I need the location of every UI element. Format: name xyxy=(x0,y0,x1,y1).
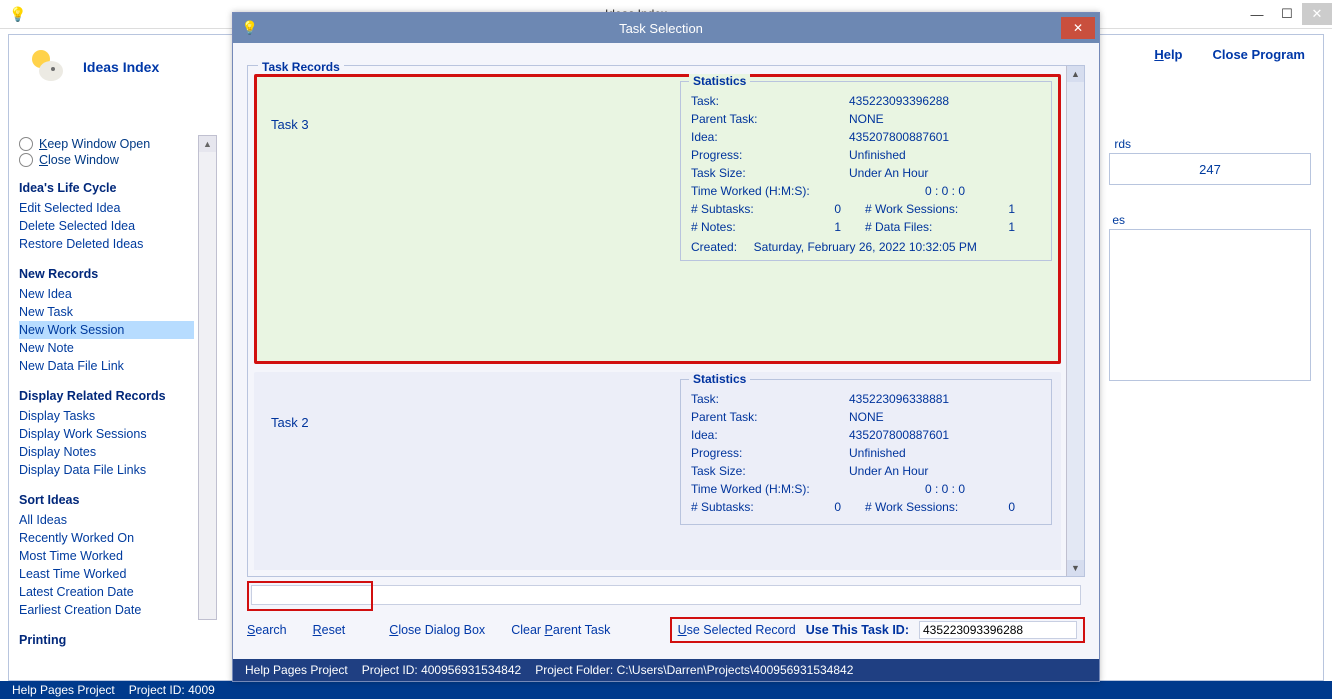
outer-status-bar: Help Pages Project Project ID: 4009 xyxy=(0,681,1332,699)
close-dialog-link[interactable]: Close Dialog Box xyxy=(389,623,485,637)
scroll-up-icon[interactable]: ▲ xyxy=(1067,66,1084,82)
dialog-titlebar[interactable]: 💡 Task Selection ✕ xyxy=(233,13,1099,43)
new-task[interactable]: New Task xyxy=(19,303,194,321)
use-selected-record-link[interactable]: Use Selected Record xyxy=(678,623,796,637)
statistics-label: Statistics xyxy=(689,372,750,386)
statistics-label: Statistics xyxy=(689,74,750,88)
display-work-sessions[interactable]: Display Work Sessions xyxy=(19,425,194,443)
close-program-link[interactable]: Close Program xyxy=(1213,47,1305,62)
display-notes[interactable]: Display Notes xyxy=(19,443,194,461)
app-icon: 💡 xyxy=(6,2,30,26)
help-link[interactable]: Help xyxy=(1154,47,1182,62)
restore-deleted-ideas[interactable]: Restore Deleted Ideas xyxy=(19,235,194,253)
statistics-box: Statistics Task:435223096338881 Parent T… xyxy=(680,379,1052,525)
search-link[interactable]: Search xyxy=(247,623,287,637)
right-panels: rds 247 es xyxy=(1109,137,1311,409)
edit-selected-idea[interactable]: Edit Selected Idea xyxy=(19,199,194,217)
right-box-2 xyxy=(1109,229,1311,381)
delete-selected-idea[interactable]: Delete Selected Idea xyxy=(19,217,194,235)
search-row xyxy=(247,581,1085,607)
ideas-index-window: 💡 Ideas Index — ☐ ✕ Ideas Index Help Clo… xyxy=(0,0,1332,699)
display-head: Display Related Records xyxy=(19,389,194,403)
lightbulb-head-icon xyxy=(21,43,69,91)
maximize-button[interactable]: ☐ xyxy=(1272,3,1302,25)
use-task-id-label: Use This Task ID: xyxy=(806,623,909,637)
dialog-icon: 💡 xyxy=(239,17,261,39)
new-records-head: New Records xyxy=(19,267,194,281)
scroll-up-icon[interactable]: ▲ xyxy=(199,136,216,152)
dlg-status-folder: Project Folder: C:\Users\Darren\Projects… xyxy=(535,663,853,677)
new-data-file-link[interactable]: New Data File Link xyxy=(19,357,194,375)
top-links: Help Close Program xyxy=(1154,47,1305,62)
display-data-file-links[interactable]: Display Data File Links xyxy=(19,461,194,479)
dlg-status-project-id: Project ID: 400956931534842 xyxy=(362,663,521,677)
right-label-rds: rds xyxy=(1109,137,1131,151)
sidebar: Keep Window Open Close Window Idea's Lif… xyxy=(19,135,194,651)
sidebar-scrollbar[interactable]: ▲ xyxy=(198,135,217,620)
keep-window-open-radio[interactable]: Keep Window Open xyxy=(19,137,194,151)
printing-head: Printing xyxy=(19,633,194,647)
new-note[interactable]: New Note xyxy=(19,339,194,357)
records-scrollbar[interactable]: ▲ ▼ xyxy=(1066,66,1084,576)
scroll-down-icon[interactable]: ▼ xyxy=(1067,560,1084,576)
sort-latest[interactable]: Latest Creation Date xyxy=(19,583,194,601)
task-record[interactable]: Task 2 Statistics Task:435223096338881 P… xyxy=(254,372,1061,570)
task-records-label: Task Records xyxy=(258,60,344,74)
task-record[interactable]: Task 3 Statistics Task:435223093396288 P… xyxy=(254,74,1061,364)
clear-parent-task-link[interactable]: Clear Parent Task xyxy=(511,623,610,637)
sort-recent[interactable]: Recently Worked On xyxy=(19,529,194,547)
outer-close-button[interactable]: ✕ xyxy=(1302,3,1332,25)
search-highlight xyxy=(247,581,373,611)
dialog-title: Task Selection xyxy=(261,21,1061,36)
dlg-status-project: Help Pages Project xyxy=(245,663,348,677)
statistics-box: Statistics Task:435223093396288 Parent T… xyxy=(680,81,1052,261)
dialog-actions: Search Reset Close Dialog Box Clear Pare… xyxy=(247,617,1085,643)
minimize-button[interactable]: — xyxy=(1242,3,1272,25)
records-count-box: 247 xyxy=(1109,153,1311,185)
right-label-es: es xyxy=(1109,213,1125,227)
sort-most[interactable]: Most Time Worked xyxy=(19,547,194,565)
use-task-id-input[interactable] xyxy=(919,621,1077,639)
sort-earliest[interactable]: Earliest Creation Date xyxy=(19,601,194,619)
sort-head: Sort Ideas xyxy=(19,493,194,507)
new-idea[interactable]: New Idea xyxy=(19,285,194,303)
use-record-group: Use Selected Record Use This Task ID: xyxy=(670,617,1085,643)
dialog-close-button[interactable]: ✕ xyxy=(1061,17,1095,39)
page-title: Ideas Index xyxy=(83,59,159,75)
task-records-frame: Task Records ▲ ▼ Task 3 Statistics Task:… xyxy=(247,65,1085,577)
dialog-body: Task Records ▲ ▼ Task 3 Statistics Task:… xyxy=(247,57,1085,631)
task-selection-dialog: 💡 Task Selection ✕ Task Records ▲ ▼ Task… xyxy=(232,12,1100,682)
search-input[interactable] xyxy=(251,585,1081,605)
sort-all-ideas[interactable]: All Ideas xyxy=(19,511,194,529)
reset-link[interactable]: Reset xyxy=(313,623,346,637)
dialog-status-bar: Help Pages Project Project ID: 400956931… xyxy=(233,659,1099,681)
display-tasks[interactable]: Display Tasks xyxy=(19,407,194,425)
new-work-session[interactable]: New Work Session xyxy=(19,321,194,339)
status-project: Help Pages Project xyxy=(12,683,115,697)
close-window-radio[interactable]: Close Window xyxy=(19,153,194,167)
sort-least[interactable]: Least Time Worked xyxy=(19,565,194,583)
life-cycle-head: Idea's Life Cycle xyxy=(19,181,194,195)
